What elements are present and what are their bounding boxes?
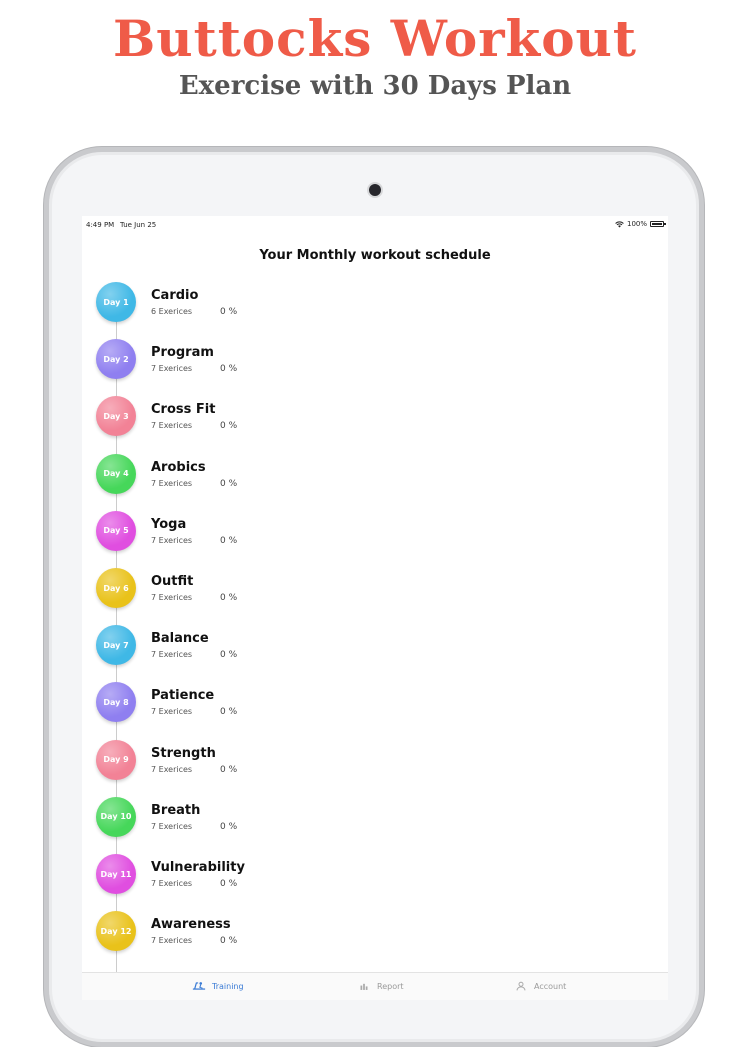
day-name: Outfit [151, 574, 194, 589]
progress-percent: 0 % [220, 707, 238, 718]
day-name: Cross Fit [151, 402, 216, 418]
day-badge: Day 2 [96, 339, 136, 380]
tab-account[interactable]: Account [514, 981, 566, 991]
progress-percent: 0 % [220, 307, 238, 317]
treadmill-icon [192, 982, 206, 990]
progress-percent: 0 % [220, 764, 238, 775]
day-name: Balance [151, 631, 209, 647]
day-name: Arobics [151, 459, 206, 475]
day-name: Strength [151, 745, 216, 761]
day-item[interactable]: Day 12 Awareness 7 Exerices 0 % [82, 911, 668, 957]
day-badge: Day 4 [96, 453, 136, 494]
day-name: Yoga [151, 516, 187, 532]
tab-account-label: Account [534, 981, 567, 991]
day-badge: Day 3 [96, 396, 136, 437]
progress-percent: 0 % [220, 650, 238, 661]
app-screen: 4:49 PM Tue Jun 25 100% Your Monthly wor… [82, 216, 668, 1000]
exercise-count: 7 Exerices [151, 364, 193, 374]
wifi-icon [615, 221, 624, 227]
exercise-count: 7 Exerices [151, 593, 193, 602]
day-name: Vulnerability [151, 860, 245, 875]
progress-percent: 0 % [220, 478, 238, 489]
battery-percent: 100% [626, 220, 647, 228]
progress-percent: 0 % [220, 936, 238, 947]
exercise-count: 7 Exerices [151, 764, 193, 774]
account-icon [516, 981, 526, 991]
tab-bar: Training Report Account [82, 972, 668, 1000]
day-badge: Day 5 [96, 510, 136, 551]
day-name: Awareness [151, 917, 231, 933]
day-item[interactable]: Day 7 Balance 7 Exerices 0 % [82, 625, 668, 671]
exercise-count: 7 Exerices [151, 821, 193, 831]
day-badge: Day 11 [96, 854, 136, 894]
day-item[interactable]: Day 3 Cross Fit 7 Exerices 0 % [82, 396, 668, 442]
day-name: Program [151, 345, 214, 361]
day-item[interactable]: Day 9 Strength 7 Exerices 0 % [82, 739, 668, 786]
day-badge: Day 12 [96, 911, 136, 952]
day-badge: Day 9 [96, 739, 136, 780]
progress-percent: 0 % [220, 821, 238, 832]
progress-percent: 0 % [220, 535, 238, 546]
status-time: 4:49 PM [86, 221, 115, 229]
exercise-count: 6 Exerices [151, 307, 193, 316]
day-name: Cardio [151, 288, 199, 303]
day-name: Breath [151, 802, 201, 818]
exercise-count: 7 Exerices [151, 650, 193, 660]
progress-percent: 0 % [220, 421, 238, 432]
tab-report-label: Report [377, 981, 404, 991]
exercise-count: 7 Exerices [151, 707, 193, 717]
camera-icon [369, 184, 381, 196]
day-item[interactable]: Day 11 Vulnerability 7 Exerices 0 % [82, 854, 668, 900]
tab-report[interactable]: Report [357, 981, 404, 991]
promo-subtitle: Exercise with 30 Days Plan [178, 71, 572, 101]
battery-icon [650, 221, 666, 227]
status-date: Tue Jun 25 [120, 221, 157, 229]
exercise-count: 7 Exerices [151, 936, 193, 946]
exercise-count: 7 Exerices [151, 421, 193, 431]
day-badge: Day 10 [96, 796, 136, 837]
status-bar: 4:49 PM Tue Jun 25 100% [82, 216, 668, 234]
day-badge: Day 7 [96, 625, 136, 666]
status-indicators: 100% [615, 220, 666, 228]
exercise-count: 7 Exerices [151, 879, 193, 888]
tab-training-label: Training [212, 981, 244, 991]
progress-percent: 0 % [220, 593, 238, 603]
exercise-count: 7 Exerices [151, 535, 193, 545]
exercise-count: 7 Exerices [151, 478, 193, 488]
day-item[interactable]: Day 6 Outfit 7 Exerices 0 % [82, 568, 668, 614]
day-name: Patience [151, 688, 215, 704]
day-item[interactable]: Day 2 Program 7 Exerices 0 % [82, 339, 668, 385]
page-title: Your Monthly workout schedule [259, 248, 491, 263]
report-icon [360, 983, 368, 990]
promo-title: Buttocks Workout [112, 9, 637, 68]
progress-percent: 0 % [220, 879, 238, 889]
day-item[interactable]: Day 8 Patience 7 Exerices 0 % [82, 682, 668, 728]
progress-percent: 0 % [220, 364, 238, 375]
day-badge: Day 6 [96, 568, 136, 608]
tab-training[interactable]: Training [192, 981, 244, 991]
day-item[interactable]: Day 4 Arobics 7 Exerices 0 % [82, 453, 668, 500]
day-badge: Day 8 [96, 682, 136, 723]
day-badge: Day 1 [96, 282, 136, 322]
day-item[interactable]: Day 10 Breath 7 Exerices 0 % [82, 796, 668, 843]
day-item[interactable]: Day 1 Cardio 6 Exerices 0 % [82, 282, 668, 328]
day-item[interactable]: Day 5 Yoga 7 Exerices 0 % [82, 510, 668, 557]
